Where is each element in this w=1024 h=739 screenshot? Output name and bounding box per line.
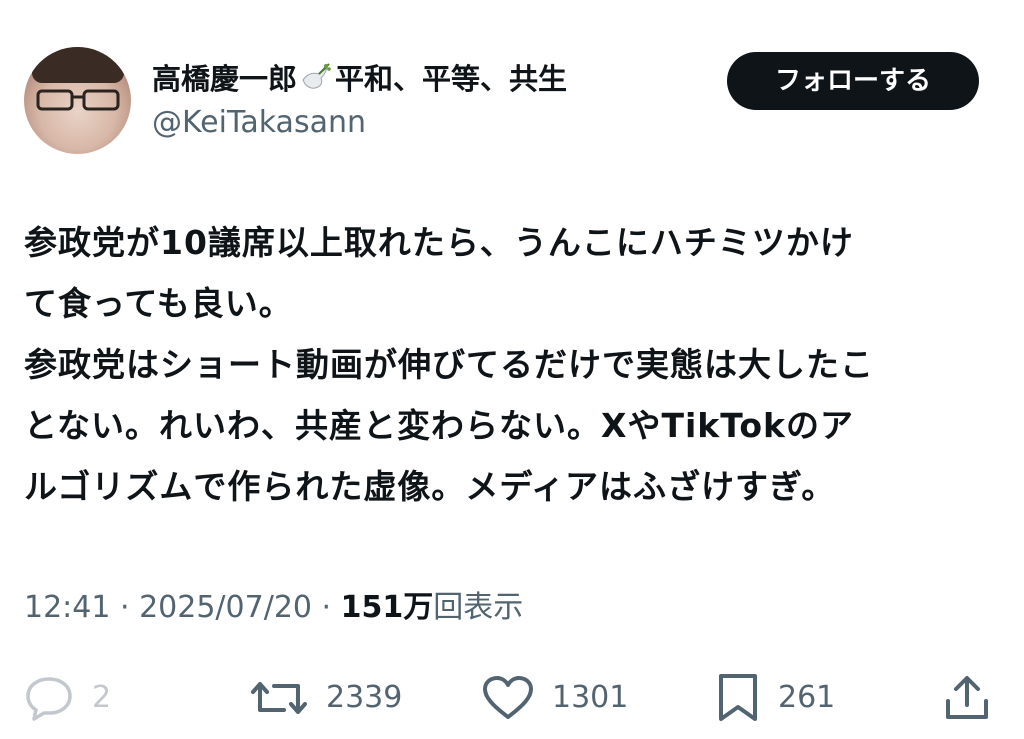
avatar-glasses	[36, 89, 120, 111]
dove-icon	[299, 60, 333, 94]
like-button[interactable]: 1301	[482, 660, 628, 735]
bookmark-icon	[716, 672, 760, 724]
retweet-button[interactable]: 2339	[250, 660, 402, 735]
avatar-hair	[32, 47, 124, 83]
views-count: 151万	[340, 590, 434, 625]
views-label: 回表示	[433, 590, 524, 625]
heart-icon	[482, 675, 534, 721]
tweet-date[interactable]: 2025/07/20	[139, 590, 312, 625]
avatar[interactable]	[24, 47, 131, 154]
like-count: 1301	[552, 680, 629, 715]
follow-button[interactable]: フォローする	[727, 52, 979, 110]
action-bar: 2 2339 1301 261	[0, 660, 1024, 735]
bookmark-count: 261	[778, 680, 836, 715]
display-name-part1: 高橋慶一郎	[152, 62, 298, 96]
tweet-text: 参政党が10議席以上取れたら、うんこにハチミツかけ て食っても良い。 参政党はシ…	[24, 223, 874, 506]
reply-button[interactable]: 2	[24, 660, 111, 735]
retweet-count: 2339	[326, 680, 403, 715]
share-button[interactable]	[942, 660, 992, 735]
user-handle[interactable]: @KeiTakasann	[152, 104, 366, 142]
display-name[interactable]: 高橋慶一郎 平和、平等、共生	[152, 60, 567, 97]
retweet-icon	[250, 676, 308, 720]
reply-icon	[24, 675, 74, 721]
tweet-meta: 12:41 · 2025/07/20 · 151万回表示	[24, 588, 523, 628]
meta-separator: ·	[110, 590, 140, 625]
bookmark-button[interactable]: 261	[716, 660, 835, 735]
tweet-time[interactable]: 12:41	[24, 590, 110, 625]
share-icon	[942, 673, 992, 723]
display-name-part2: 平和、平等、共生	[335, 62, 568, 96]
meta-separator: ·	[312, 590, 341, 625]
reply-count: 2	[92, 680, 112, 715]
